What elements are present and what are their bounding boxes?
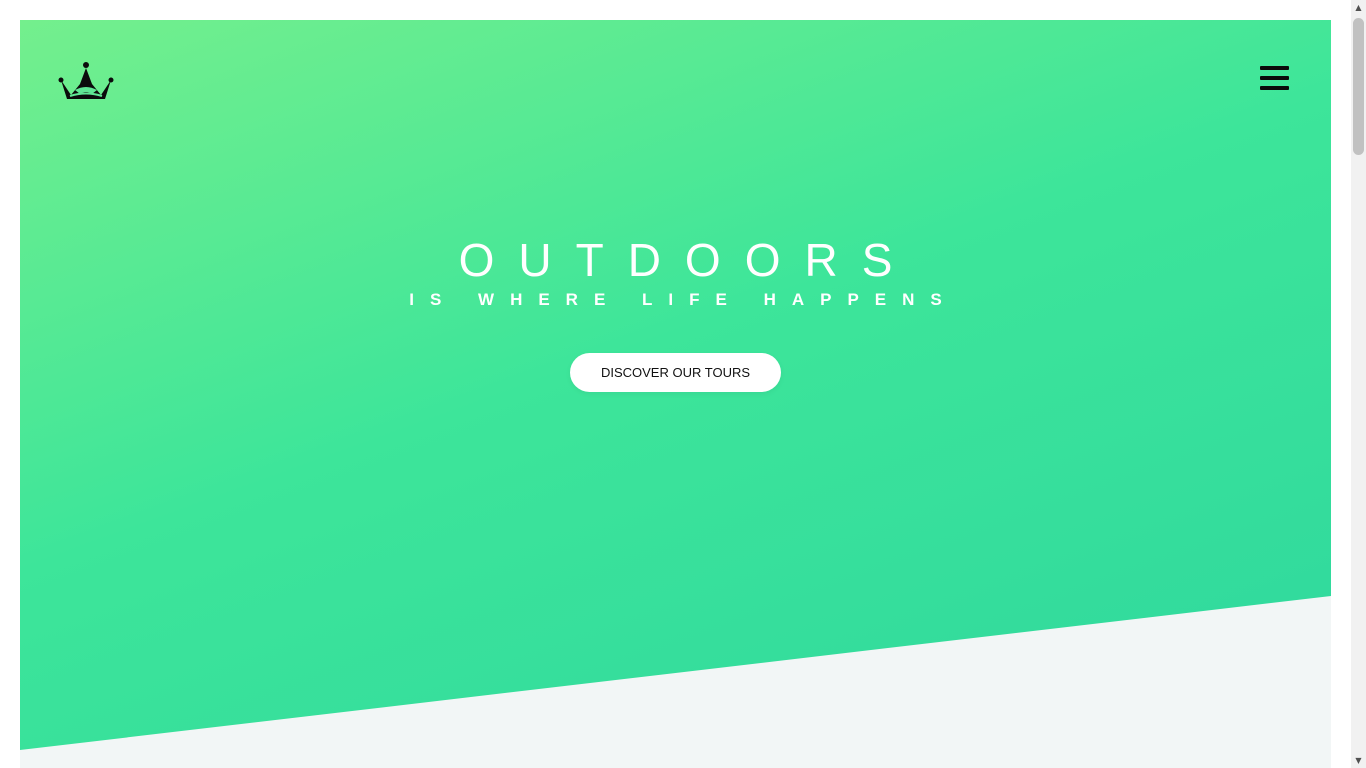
scroll-down-icon[interactable]: ▼: [1351, 753, 1366, 768]
hero-title: OUTDOORS: [458, 234, 917, 286]
scroll-up-icon[interactable]: ▲: [1351, 0, 1366, 15]
hero-section: OUTDOORS IS WHERE LIFE HAPPENS DISCOVER …: [20, 20, 1331, 750]
crown-icon: [58, 62, 114, 99]
scrollbar-thumb[interactable]: [1353, 18, 1364, 155]
page: OUTDOORS IS WHERE LIFE HAPPENS DISCOVER …: [20, 20, 1331, 768]
logo[interactable]: [58, 61, 114, 103]
menu-bar: [1260, 86, 1289, 90]
menu-bar: [1260, 66, 1289, 70]
hero-subtitle: IS WHERE LIFE HAPPENS: [409, 290, 958, 309]
discover-tours-button[interactable]: DISCOVER OUR TOURS: [570, 353, 781, 392]
hamburger-menu-button[interactable]: [1260, 64, 1290, 92]
vertical-scrollbar[interactable]: ▲ ▼: [1351, 0, 1366, 768]
browser-viewport: OUTDOORS IS WHERE LIFE HAPPENS DISCOVER …: [0, 0, 1351, 768]
hero-heading: OUTDOORS IS WHERE LIFE HAPPENS: [20, 232, 1331, 311]
menu-bar: [1260, 76, 1289, 80]
